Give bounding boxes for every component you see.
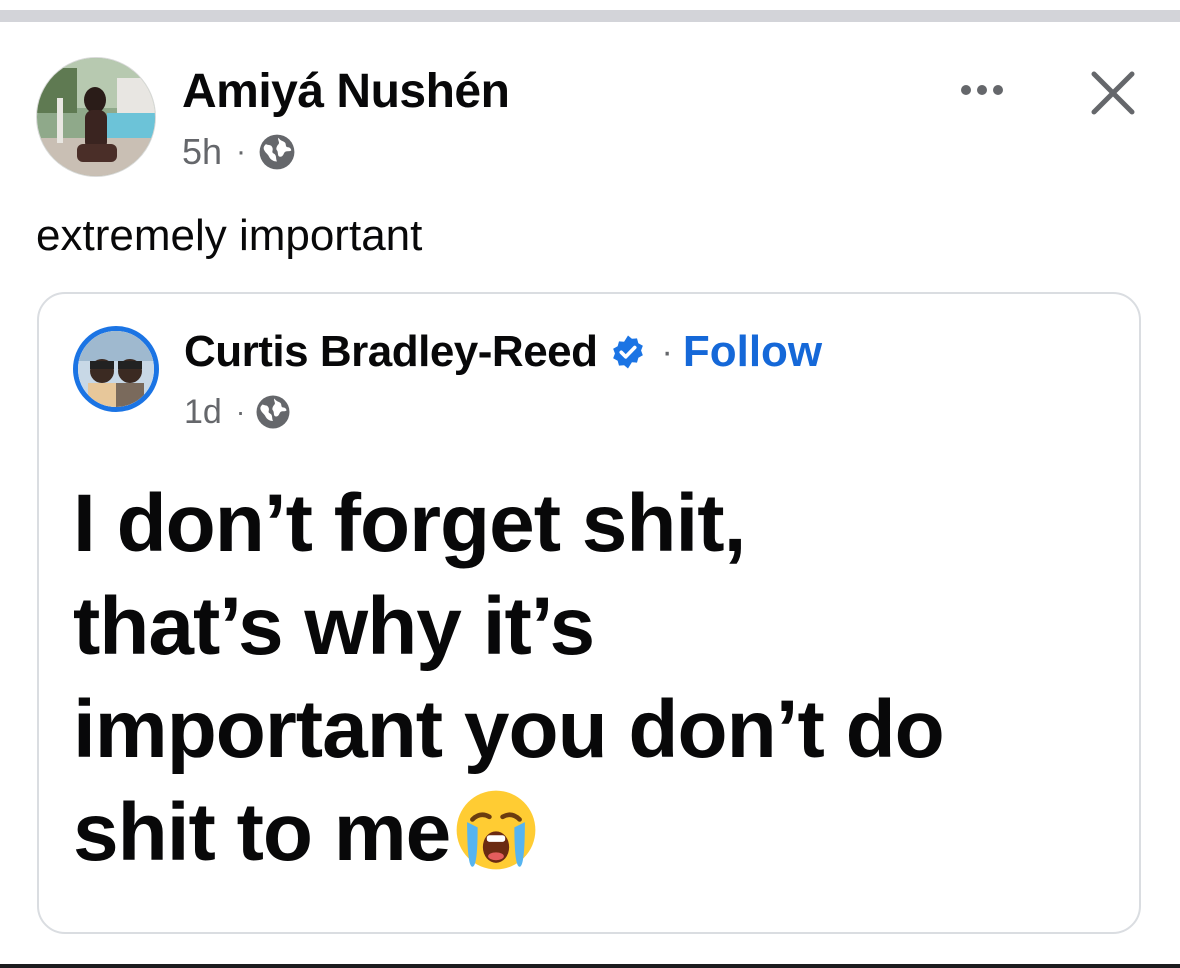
text-line: important you don’t do — [73, 684, 945, 775]
post-author-name[interactable]: Amiyá Nushén — [182, 62, 510, 122]
bottom-divider — [0, 964, 1180, 968]
shared-post-timestamp[interactable]: 1d — [184, 393, 222, 432]
meta-separator: · — [235, 396, 246, 427]
more-options-icon — [961, 85, 971, 95]
globe-icon — [256, 395, 290, 429]
shared-post-card[interactable]: Curtis Bradley-Reed · Follow 1d · I don’… — [37, 292, 1141, 934]
text-line: I don’t forget shit, — [73, 478, 746, 569]
globe-icon — [259, 134, 295, 170]
post-caption: extremely important — [36, 211, 423, 260]
verified-badge-icon — [612, 335, 643, 369]
shared-author-avatar[interactable] — [73, 326, 159, 412]
text-line: shit to me — [73, 787, 451, 878]
text-line: that’s why it’s — [73, 581, 595, 672]
shared-post-text: I don’t forget shit, that’s why it’s imp… — [73, 472, 1123, 884]
meta-separator: · — [236, 135, 247, 168]
post-timestamp[interactable]: 5h — [182, 131, 222, 173]
close-icon — [1091, 71, 1135, 115]
top-divider — [0, 0, 1180, 22]
more-options-button[interactable] — [952, 70, 1012, 110]
shared-post-meta: 1d · — [184, 388, 291, 436]
post-meta: 5h · — [182, 128, 296, 176]
text-line-last: shit to me — [73, 781, 1123, 884]
follow-button[interactable]: Follow — [683, 327, 822, 377]
loudly-crying-face-emoji — [456, 790, 536, 870]
shared-author-name[interactable]: Curtis Bradley-Reed — [184, 327, 598, 377]
shared-author-line: Curtis Bradley-Reed · Follow — [184, 322, 822, 382]
author-separator: · — [661, 332, 673, 371]
close-button[interactable] — [1086, 66, 1140, 120]
author-avatar[interactable] — [36, 57, 156, 177]
